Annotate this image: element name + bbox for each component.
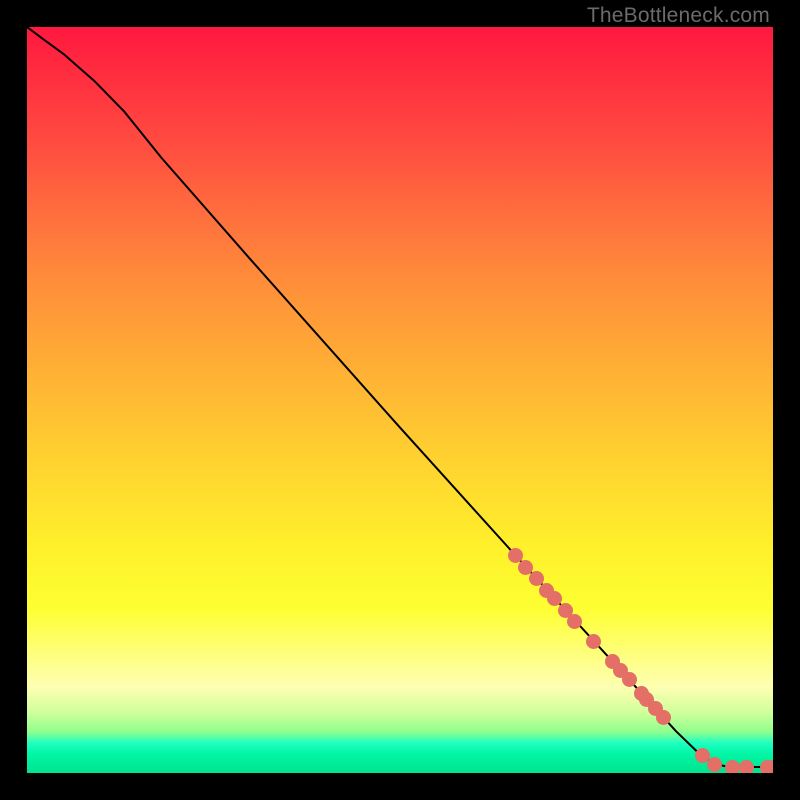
attribution-text: TheBottleneck.com	[587, 4, 770, 28]
plot-area	[27, 27, 773, 773]
data-point	[707, 757, 722, 772]
data-point	[547, 591, 562, 606]
data-point	[656, 710, 671, 725]
data-point	[725, 760, 740, 773]
chart-frame: TheBottleneck.com	[0, 0, 800, 800]
data-point	[622, 672, 637, 687]
data-point	[739, 760, 754, 773]
curve-layer	[27, 27, 773, 773]
